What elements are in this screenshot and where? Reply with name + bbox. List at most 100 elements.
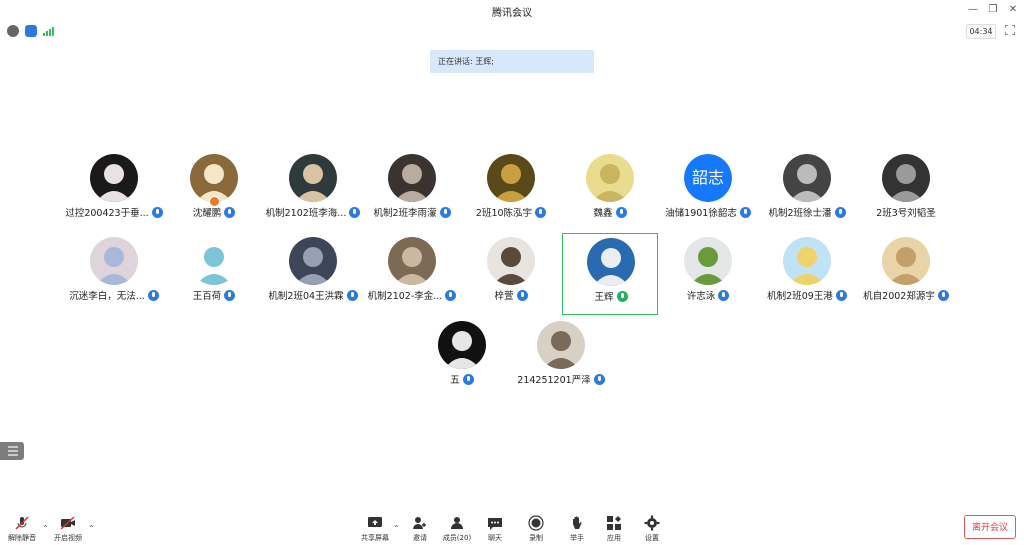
record-icon: [528, 515, 544, 531]
fullscreen-icon[interactable]: [1005, 25, 1015, 35]
status-bar: [0, 22, 1024, 40]
participant-name-row: 机自2002郑源宇: [828, 288, 984, 302]
avatar: [289, 154, 337, 202]
participant-tile[interactable]: 王百荷: [166, 233, 262, 315]
participant-name: 214251201严泽: [517, 375, 591, 386]
participant-tile[interactable]: 五: [414, 317, 510, 399]
avatar: [388, 154, 436, 202]
avatar: [438, 321, 486, 369]
members-button[interactable]: 成员(20): [437, 515, 477, 545]
mic-icon: [516, 290, 528, 301]
invite-label: 邀请: [413, 534, 427, 542]
record-button[interactable]: 录制: [516, 515, 556, 545]
share-options-icon[interactable]: ⌃: [393, 524, 400, 533]
avatar: [289, 237, 337, 285]
member-list-toggle[interactable]: [0, 442, 24, 460]
minimize-icon[interactable]: —: [966, 3, 980, 17]
apps-button[interactable]: 应用: [594, 515, 634, 545]
participant-name: 机制2102-李金...: [367, 291, 443, 302]
participant-tile[interactable]: 魏鑫: [562, 150, 658, 232]
settings-label: 设置: [645, 534, 659, 542]
chat-button[interactable]: 聊天: [475, 515, 515, 545]
settings-button[interactable]: 设置: [632, 515, 672, 545]
participant-tile[interactable]: 机制2班09王港: [759, 233, 855, 315]
video-options-icon[interactable]: ⌃: [88, 524, 95, 533]
list-icon: [8, 446, 18, 456]
chat-icon: [488, 518, 502, 530]
record-label: 录制: [529, 534, 543, 542]
window-title: 腾讯会议: [492, 8, 532, 19]
leave-meeting-button[interactable]: 离开会议: [964, 515, 1016, 539]
participant-tile[interactable]: 机制2班徐士潘: [759, 150, 855, 232]
participant-tile[interactable]: 2班10陈泓宇: [463, 150, 559, 232]
participant-tile[interactable]: 沈耀鹏: [166, 150, 262, 232]
mic-icon: [462, 374, 474, 385]
mic-icon: [224, 290, 236, 301]
restore-icon[interactable]: ❐: [986, 3, 1000, 17]
shield-icon[interactable]: [25, 25, 37, 37]
participant-tile[interactable]: 机自2002郑源宇: [858, 233, 954, 315]
mic-icon: [593, 374, 605, 385]
participant-tile[interactable]: 机制2班04王洪霖: [265, 233, 361, 315]
avatar: [783, 237, 831, 285]
hand-icon: [573, 516, 582, 529]
participant-tile[interactable]: 2班3号刘韬圣: [858, 150, 954, 232]
mic-icon: [615, 207, 627, 218]
participant-tile[interactable]: 韶志油储1901徐韶志: [660, 150, 756, 232]
info-icon[interactable]: [7, 25, 19, 37]
camera-off-icon: [60, 516, 75, 530]
avatar: [487, 154, 535, 202]
share-screen-button[interactable]: 共享屏幕: [355, 515, 395, 545]
avatar: [882, 154, 930, 202]
invite-button[interactable]: 邀请: [400, 515, 440, 545]
apps-label: 应用: [607, 534, 621, 542]
participant-name: 机自2002郑源宇: [863, 291, 935, 302]
participant-name: 王百荷: [192, 291, 222, 302]
unmute-button[interactable]: 解除静音: [2, 515, 42, 545]
participant-tile[interactable]: 王辉: [562, 233, 658, 315]
signal-icon[interactable]: [42, 25, 54, 37]
close-icon[interactable]: ✕: [1006, 3, 1020, 17]
participant-name: 沉迷李白，无法...: [69, 291, 145, 302]
apps-icon: [607, 516, 621, 530]
avatar: [90, 154, 138, 202]
avatar: [882, 237, 930, 285]
chat-label: 聊天: [488, 534, 502, 542]
start-video-button[interactable]: 开启视频: [48, 515, 88, 545]
participant-name-row: 214251201严泽: [483, 372, 639, 386]
participant-name: 五: [450, 375, 460, 386]
raise-hand-button[interactable]: 举手: [557, 515, 597, 545]
avatar: [190, 237, 238, 285]
title-bar: 腾讯会议 — ❐ ✕: [0, 0, 1024, 22]
add-user-icon: [413, 517, 426, 529]
participant-name: 2班3号刘韬圣: [876, 208, 936, 219]
participant-name: 机制2班09王港: [767, 291, 833, 302]
participant-name: 机制2班李雨濛: [373, 208, 437, 219]
mic-icon: [937, 290, 949, 301]
avatar: [388, 237, 436, 285]
avatar: [783, 154, 831, 202]
members-icon: [451, 517, 463, 529]
participant-tile[interactable]: 过控200423于垂...: [65, 150, 163, 232]
participant-name: 魏鑫: [593, 208, 613, 219]
share-screen-icon: [368, 517, 382, 527]
participant-tile[interactable]: 许志泳: [660, 233, 756, 315]
participant-tile[interactable]: 沉迷李白，无法...: [66, 233, 162, 315]
avatar: [90, 237, 138, 285]
participant-name: 梓萱: [494, 291, 514, 302]
participant-tile[interactable]: 机制2102班李海...: [265, 150, 361, 232]
avatar-text: 韶志: [684, 154, 732, 202]
avatar: [190, 154, 238, 202]
mic-muted-icon: [15, 516, 29, 530]
mic-icon: [224, 207, 236, 218]
speaking-indicator: 正在讲话: 王辉;: [430, 50, 594, 73]
avatar: [586, 154, 634, 202]
participant-tile[interactable]: 机制2班李雨濛: [364, 150, 460, 232]
avatar: [487, 237, 535, 285]
mic-speaking-icon: [616, 291, 628, 302]
participant-name: 油储1901徐韶志: [665, 208, 737, 219]
participant-tile[interactable]: 机制2102-李金...: [364, 233, 460, 315]
participant-name: 2班10陈泓宇: [475, 208, 533, 219]
share-screen-label: 共享屏幕: [361, 534, 389, 542]
participant-tile[interactable]: 214251201严泽: [513, 317, 609, 399]
